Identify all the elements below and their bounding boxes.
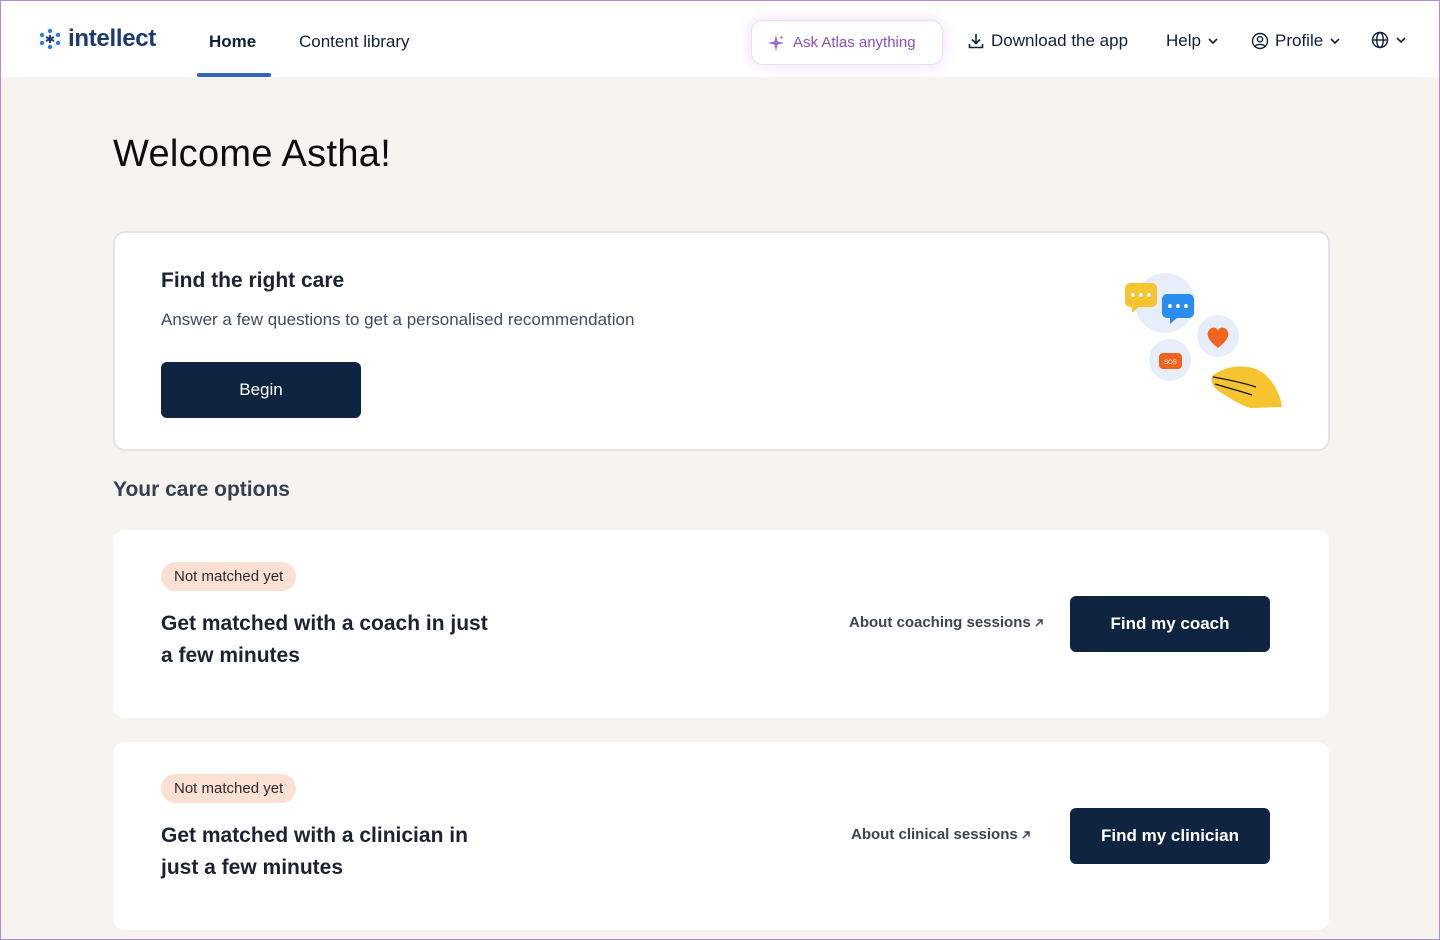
top-header: intellect Home Content library Ask Atlas… (1, 1, 1439, 77)
ask-atlas-label: Ask Atlas anything (793, 34, 916, 51)
care-options-heading: Your care options (113, 478, 290, 501)
status-badge: Not matched yet (161, 774, 297, 803)
profile-label: Profile (1275, 31, 1324, 50)
care-card-title: Find the right care (161, 269, 345, 292)
chevron-down-icon (1396, 37, 1406, 44)
sos-label: SOS (1164, 360, 1177, 366)
download-app-link[interactable]: Download the app (967, 31, 1128, 51)
nav-home[interactable]: Home (209, 32, 256, 52)
status-badge: Not matched yet (161, 562, 297, 591)
care-illustration: SOS (1125, 273, 1282, 408)
clinician-option-title: Get matched with a clinician in just a f… (161, 824, 468, 879)
begin-button[interactable]: Begin (161, 362, 361, 418)
coach-option-title: Get matched with a coach in just a few m… (161, 612, 488, 667)
user-circle-icon (1251, 32, 1269, 50)
find-my-clinician-button[interactable]: Find my clinician (1070, 808, 1270, 864)
coach-option-card: Not matched yet Get matched with a coach… (113, 530, 1329, 718)
find-my-coach-button[interactable]: Find my coach (1070, 596, 1270, 652)
arrow-up-right-icon (1035, 618, 1043, 627)
clinician-option-card: Not matched yet Get matched with a clini… (113, 742, 1329, 930)
sparkle-icon (768, 34, 784, 51)
help-label: Help (1166, 31, 1201, 50)
download-icon (968, 34, 984, 49)
about-coaching-label: About coaching sessions (849, 614, 1031, 631)
about-clinical-link[interactable]: About clinical sessions (851, 826, 1031, 843)
about-clinical-label: About clinical sessions (851, 826, 1018, 843)
intellect-logo[interactable]: intellect (38, 25, 156, 53)
profile-menu[interactable]: Profile (1251, 31, 1341, 51)
page-title: Welcome Astha! (113, 133, 392, 175)
language-menu[interactable] (1371, 31, 1407, 49)
chevron-down-icon (1330, 38, 1340, 45)
care-card-subtitle: Answer a few questions to get a personal… (161, 310, 635, 329)
active-tab-indicator (197, 73, 271, 77)
about-coaching-link[interactable]: About coaching sessions (849, 614, 1044, 631)
logo-text: intellect (68, 25, 156, 52)
nav-content-library[interactable]: Content library (299, 32, 410, 52)
chevron-down-icon (1208, 38, 1218, 45)
find-right-care-card: Find the right care Answer a few questio… (113, 231, 1330, 451)
arrow-up-right-icon (1022, 830, 1030, 839)
globe-icon (1371, 31, 1389, 49)
help-menu[interactable]: Help (1166, 31, 1219, 51)
ask-atlas-button[interactable]: Ask Atlas anything (751, 20, 943, 65)
open-hand-icon (1211, 366, 1282, 408)
download-app-label: Download the app (991, 31, 1129, 50)
intellect-logo-icon (39, 28, 61, 50)
